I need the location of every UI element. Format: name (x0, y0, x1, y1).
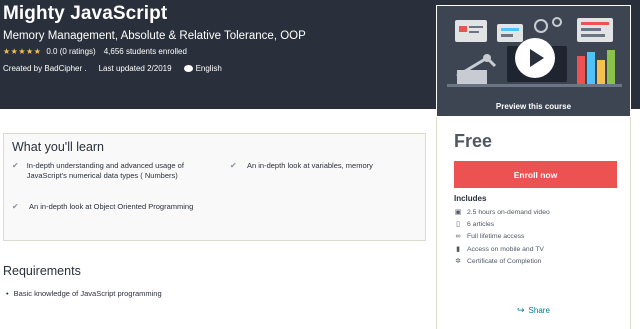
includes-title: Includes (454, 194, 487, 203)
purchase-sidebar: Free Enroll now Includes ▣ 2.5 hours on-… (436, 117, 631, 329)
author-row: Created by BadCipher . Last updated 2/20… (3, 64, 222, 73)
learn-item-text: An in-depth look at variables, memory (247, 161, 373, 170)
include-item-articles: ▯ 6 articles (454, 218, 550, 230)
check-icon: ✔ (230, 161, 237, 170)
enroll-button[interactable]: Enroll now (454, 161, 617, 188)
learn-item: ✔ In-depth understanding and advanced us… (12, 161, 207, 181)
speech-bubble-icon (183, 65, 193, 72)
requirement-item: • Basic knowledge of JavaScript programm… (6, 289, 162, 298)
price: Free (454, 131, 493, 151)
learn-item-text: An in-depth look at Object Oriented Prog… (29, 202, 194, 211)
what-you-learn-box: What you'll learn ✔ In-depth understandi… (3, 133, 426, 241)
rating-row: ★★★★★ 0.0 (0 ratings) 4,656 students enr… (3, 47, 187, 56)
course-preview[interactable]: Preview this course (436, 5, 631, 117)
share-icon: ↪ (517, 305, 525, 315)
star-rating-icon: ★★★★★ (3, 47, 42, 56)
include-item-lifetime: ∞ Full lifetime access (454, 231, 550, 243)
course-title: Mighty JavaScript (3, 3, 168, 24)
requirements-title: Requirements (3, 264, 81, 278)
course-subtitle: Memory Management, Absolute & Relative T… (3, 30, 306, 42)
learn-item-text: In-depth understanding and advanced usag… (26, 161, 184, 180)
include-item-mobile: ▮ Access on mobile and TV (454, 243, 550, 255)
check-icon: ✔ (12, 202, 19, 211)
enrolled-count: 4,656 students enrolled (103, 47, 187, 56)
language: English (195, 64, 222, 73)
mobile-icon: ▮ (456, 246, 460, 254)
infinity-icon: ∞ (455, 233, 461, 241)
include-label: Access on mobile and TV (467, 245, 544, 253)
include-label: 6 articles (467, 220, 495, 228)
file-icon: ▯ (456, 221, 460, 229)
learn-item: ✔ An in-depth look at Object Oriented Pr… (12, 202, 207, 212)
learn-title: What you'll learn (12, 140, 105, 154)
include-item-video: ▣ 2.5 hours on-demand video (454, 206, 550, 218)
created-by[interactable]: Created by BadCipher . (3, 64, 87, 73)
share-label: Share (528, 306, 550, 315)
preview-caption[interactable]: Preview this course (437, 102, 630, 111)
include-item-certificate: ✲ Certificate of Completion (454, 255, 550, 267)
requirement-text: Basic knowledge of JavaScript programmin… (13, 289, 162, 298)
include-label: Full lifetime access (467, 233, 525, 241)
share-button[interactable]: ↪ Share (517, 305, 550, 316)
video-icon: ▣ (454, 209, 462, 217)
last-updated: Last updated 2/2019 (98, 64, 172, 73)
include-label: Certificate of Completion (467, 257, 542, 265)
certificate-icon: ✲ (455, 258, 461, 266)
check-icon: ✔ (12, 161, 19, 170)
play-icon[interactable] (515, 38, 555, 78)
include-label: 2.5 hours on-demand video (467, 208, 550, 216)
includes-list: ▣ 2.5 hours on-demand video ▯ 6 articles… (454, 206, 550, 267)
rating-text: 0.0 (0 ratings) (46, 47, 96, 56)
bullet-icon: • (6, 289, 9, 298)
learn-item: ✔ An in-depth look at variables, memory (230, 161, 425, 171)
